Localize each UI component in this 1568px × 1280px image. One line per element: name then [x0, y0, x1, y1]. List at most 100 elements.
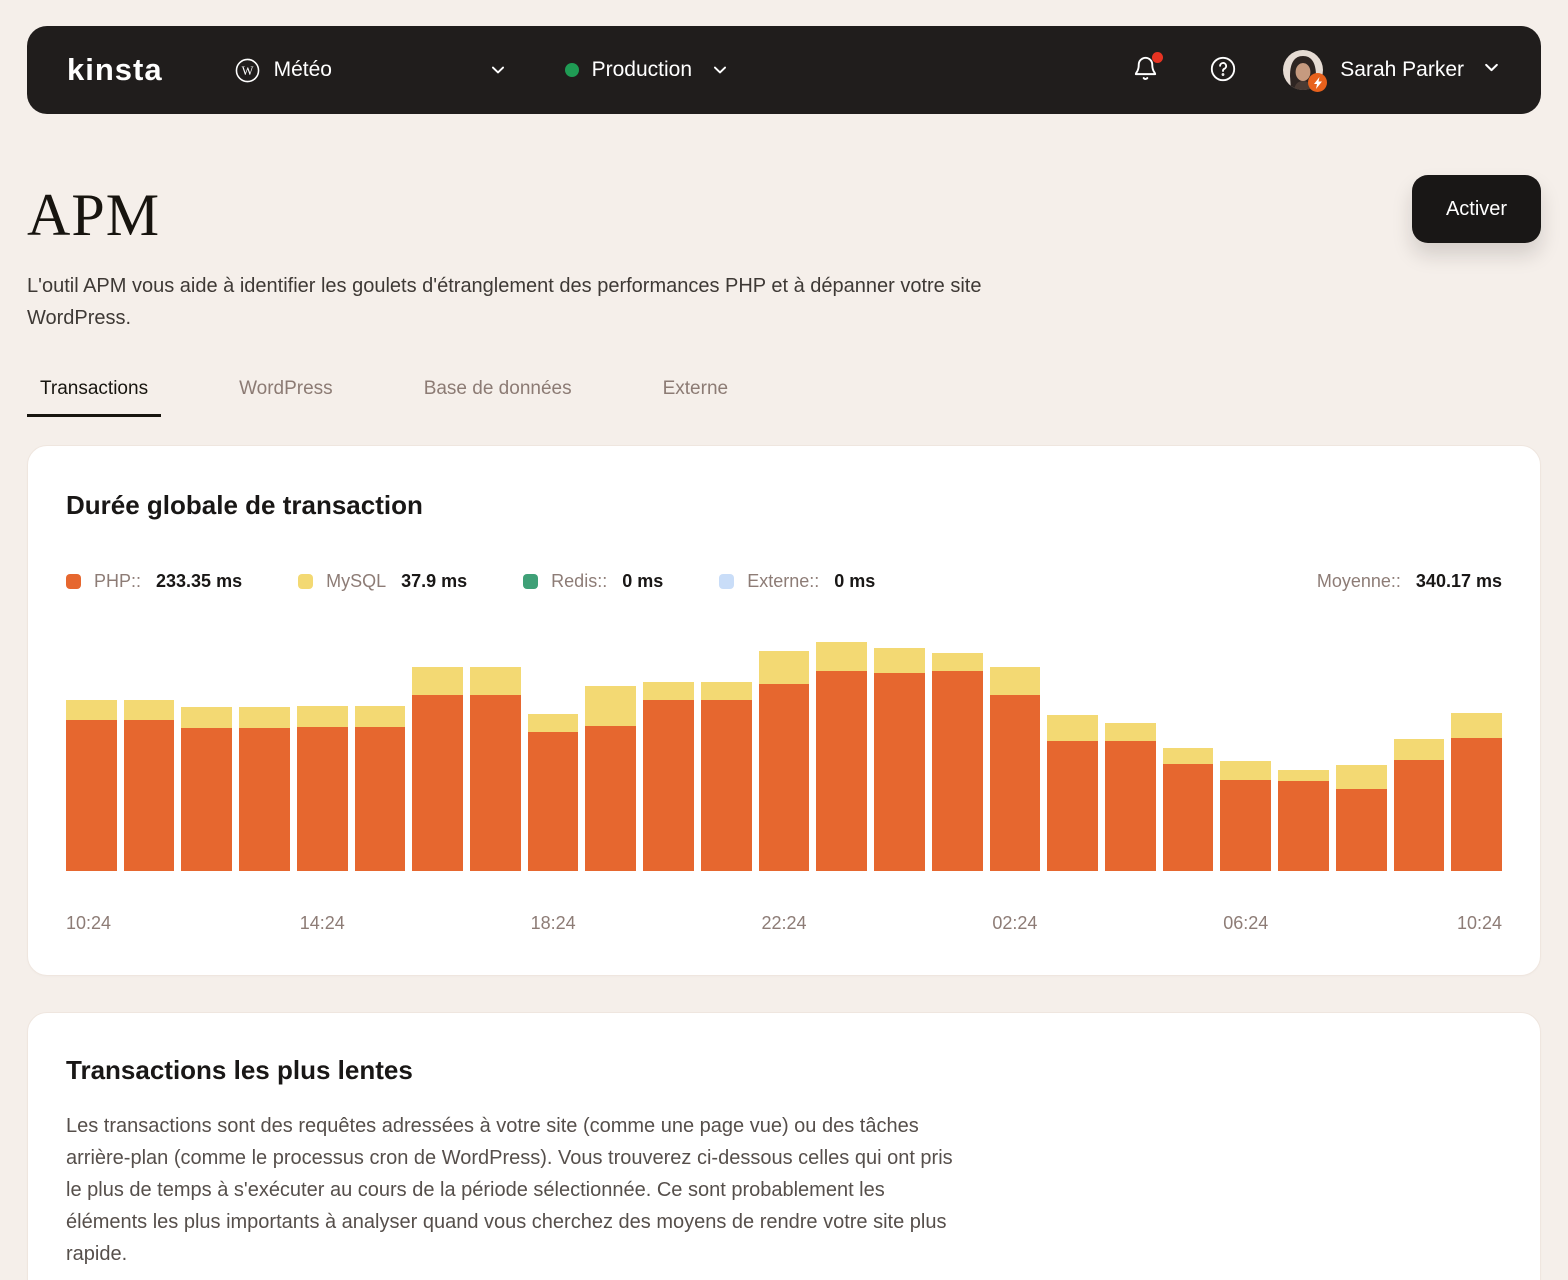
bar-segment-mysql: [1451, 713, 1502, 738]
bar-group[interactable]: [470, 667, 521, 871]
notifications-button[interactable]: [1132, 55, 1159, 85]
x-tick-label: 02:24: [992, 913, 1037, 934]
help-icon: [1209, 55, 1237, 86]
tab-external[interactable]: Externe: [650, 378, 741, 417]
bar-segment-mysql: [1278, 770, 1329, 781]
transaction-duration-card: Durée globale de transaction PHP::233.35…: [27, 445, 1541, 976]
bar-group[interactable]: [66, 700, 117, 871]
bar-segment-php: [528, 732, 579, 872]
notification-badge: [1152, 52, 1163, 63]
bar-group[interactable]: [297, 706, 348, 871]
bar-group[interactable]: [585, 686, 636, 871]
bar-group[interactable]: [1220, 761, 1271, 871]
legend-item: PHP::233.35 ms: [66, 571, 242, 592]
legend-value: 37.9 ms: [401, 571, 467, 592]
bar-segment-php: [932, 671, 983, 872]
bar-segment-mysql: [759, 651, 810, 684]
slowest-transactions-title: Transactions les plus lentes: [66, 1055, 1502, 1086]
tab-transactions[interactable]: Transactions: [27, 378, 161, 417]
bar-segment-php: [1047, 741, 1098, 872]
bar-group[interactable]: [932, 653, 983, 871]
bar-segment-php: [990, 695, 1041, 871]
bar-segment-php: [470, 695, 521, 872]
bar-segment-php: [355, 727, 406, 872]
bar-segment-php: [1220, 780, 1271, 872]
page-header: APM Activer: [0, 175, 1568, 245]
bar-segment-mysql: [990, 667, 1041, 696]
page-description: L'outil APM vous aide à identifier les g…: [0, 270, 1090, 334]
bar-segment-php: [1105, 741, 1156, 872]
bar-group[interactable]: [1394, 739, 1445, 871]
bar-group[interactable]: [1047, 715, 1098, 872]
bar-segment-mysql: [239, 707, 290, 728]
bar-group[interactable]: [181, 707, 232, 871]
environment-status-dot: [565, 63, 579, 77]
user-menu[interactable]: Sarah Parker: [1283, 50, 1501, 90]
bar-group[interactable]: [528, 714, 579, 872]
bar-segment-mysql: [1105, 723, 1156, 741]
bar-segment-mysql: [1163, 748, 1214, 765]
bar-segment-php: [297, 727, 348, 872]
bar-segment-php: [874, 673, 925, 871]
bar-segment-mysql: [1394, 739, 1445, 760]
bar-group[interactable]: [701, 682, 752, 872]
avatar: [1283, 50, 1323, 90]
slowest-transactions-description: Les transactions sont des requêtes adres…: [66, 1110, 971, 1270]
bar-segment-mysql: [528, 714, 579, 732]
top-navbar: kinsta W Météo Production: [27, 26, 1541, 114]
chart-legend: PHP::233.35 msMySQL37.9 msRedis::0 msExt…: [66, 571, 1502, 592]
bar-group[interactable]: [816, 642, 867, 872]
bar-group[interactable]: [412, 667, 463, 871]
bar-segment-php: [1278, 781, 1329, 872]
bar-group[interactable]: [643, 682, 694, 872]
bar-segment-mysql: [874, 648, 925, 674]
bar-segment-php: [412, 695, 463, 872]
bar-segment-mysql: [932, 653, 983, 671]
bar-group[interactable]: [874, 648, 925, 872]
bar-group[interactable]: [124, 700, 175, 872]
chart-plot: [66, 631, 1502, 871]
svg-text:W: W: [241, 63, 253, 77]
bar-group[interactable]: [990, 667, 1041, 872]
help-button[interactable]: [1209, 55, 1237, 86]
x-tick-label: 10:24: [1457, 913, 1502, 934]
legend-value: 0 ms: [834, 571, 875, 592]
bar-segment-php: [124, 720, 175, 871]
bar-group[interactable]: [1451, 713, 1502, 871]
kinsta-logo[interactable]: kinsta: [67, 52, 163, 88]
bar-segment-php: [816, 671, 867, 872]
bar-segment-mysql: [412, 667, 463, 695]
bar-group[interactable]: [1163, 748, 1214, 872]
bar-group[interactable]: [1336, 765, 1387, 871]
bar-group[interactable]: [1278, 770, 1329, 872]
navbar-right-actions: Sarah Parker: [1132, 50, 1501, 90]
tab-wordpress[interactable]: WordPress: [226, 378, 346, 417]
site-name-label: Météo: [274, 58, 332, 82]
environment-selector[interactable]: Production: [565, 58, 729, 82]
average-label: Moyenne::: [1317, 571, 1401, 592]
lightning-badge-icon: [1308, 73, 1327, 92]
slowest-transactions-card: Transactions les plus lentes Les transac…: [27, 1012, 1541, 1280]
bar-group[interactable]: [239, 707, 290, 871]
site-selector[interactable]: W Météo: [235, 58, 507, 83]
legend-swatch: [66, 574, 81, 589]
chevron-down-icon: [489, 61, 507, 79]
tab-database[interactable]: Base de données: [411, 378, 585, 417]
bar-segment-php: [1336, 789, 1387, 872]
bar-segment-php: [239, 728, 290, 872]
chart-x-labels: 10:2414:2418:2422:2402:2406:2410:24: [66, 913, 1502, 937]
bar-group[interactable]: [759, 651, 810, 871]
bar-segment-php: [1163, 764, 1214, 871]
x-tick-label: 06:24: [1223, 913, 1268, 934]
bar-segment-mysql: [181, 707, 232, 728]
legend-item: MySQL37.9 ms: [298, 571, 467, 592]
bar-group[interactable]: [1105, 723, 1156, 871]
bar-segment-php: [181, 728, 232, 872]
x-tick-label: 10:24: [66, 913, 111, 934]
bar-segment-mysql: [297, 706, 348, 727]
legend-swatch: [523, 574, 538, 589]
legend-label: Redis::: [551, 571, 607, 592]
activate-button[interactable]: Activer: [1412, 175, 1541, 243]
tab-bar: Transactions WordPress Base de données E…: [0, 378, 1568, 417]
bar-group[interactable]: [355, 706, 406, 871]
